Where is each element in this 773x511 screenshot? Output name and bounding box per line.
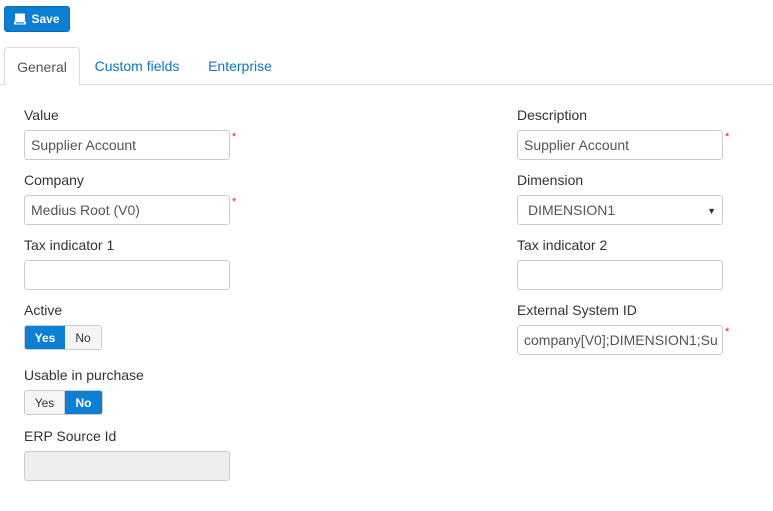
floppy-disk-icon	[14, 13, 27, 25]
tab-custom-fields[interactable]: Custom fields	[84, 47, 190, 85]
description-required-marker: *	[725, 131, 730, 143]
tab-enterprise-label: Enterprise	[208, 58, 272, 74]
tab-enterprise[interactable]: Enterprise	[197, 47, 283, 85]
usable-in-purchase-no-option[interactable]: No	[65, 391, 102, 414]
dimension-label: Dimension	[517, 172, 584, 188]
dimension-select[interactable]: DIMENSION1 ▼	[517, 195, 723, 225]
active-toggle: Yes No	[24, 325, 102, 350]
tax-indicator-2-label: Tax indicator 2	[517, 237, 608, 253]
erp-source-id-field	[24, 451, 230, 481]
external-system-id-field[interactable]: company[V0];DIMENSION1;Su	[517, 325, 723, 355]
external-system-id-field-text: company[V0];DIMENSION1;Su	[524, 332, 718, 348]
tab-bar: General Custom fields Enterprise	[0, 47, 773, 86]
value-field-text: Supplier Account	[31, 137, 137, 153]
tax-indicator-1-label: Tax indicator 1	[24, 237, 115, 253]
company-required-marker: *	[232, 196, 237, 208]
tab-general[interactable]: General	[4, 47, 80, 86]
value-label: Value	[24, 107, 59, 123]
save-button-label: Save	[31, 12, 60, 26]
description-field[interactable]: Supplier Account	[517, 130, 723, 160]
dimension-select-value: DIMENSION1	[528, 202, 616, 218]
active-yes-option[interactable]: Yes	[25, 326, 65, 349]
company-label: Company	[24, 172, 84, 188]
erp-source-id-label: ERP Source Id	[24, 428, 117, 444]
tab-custom-fields-label: Custom fields	[94, 58, 180, 74]
value-required-marker: *	[232, 131, 237, 143]
save-button[interactable]: Save	[4, 6, 70, 32]
external-system-id-label: External System ID	[517, 302, 637, 318]
active-no-option[interactable]: No	[65, 326, 101, 349]
company-field-text: Medius Root (V0)	[31, 202, 140, 218]
usable-in-purchase-yes-option[interactable]: Yes	[25, 391, 64, 414]
active-label: Active	[24, 302, 63, 318]
description-label: Description	[517, 107, 588, 123]
usable-in-purchase-toggle: Yes No	[24, 390, 103, 415]
tax-indicator-1-field[interactable]	[24, 260, 230, 290]
external-system-id-required-marker: *	[725, 326, 730, 338]
caret-down-icon: ▼	[707, 206, 716, 216]
value-field[interactable]: Supplier Account	[24, 130, 230, 160]
usable-in-purchase-label: Usable in purchase	[24, 367, 144, 383]
description-field-text: Supplier Account	[524, 137, 630, 153]
company-field[interactable]: Medius Root (V0)	[24, 195, 230, 225]
tax-indicator-2-field[interactable]	[517, 260, 723, 290]
tab-general-label: General	[17, 58, 67, 75]
